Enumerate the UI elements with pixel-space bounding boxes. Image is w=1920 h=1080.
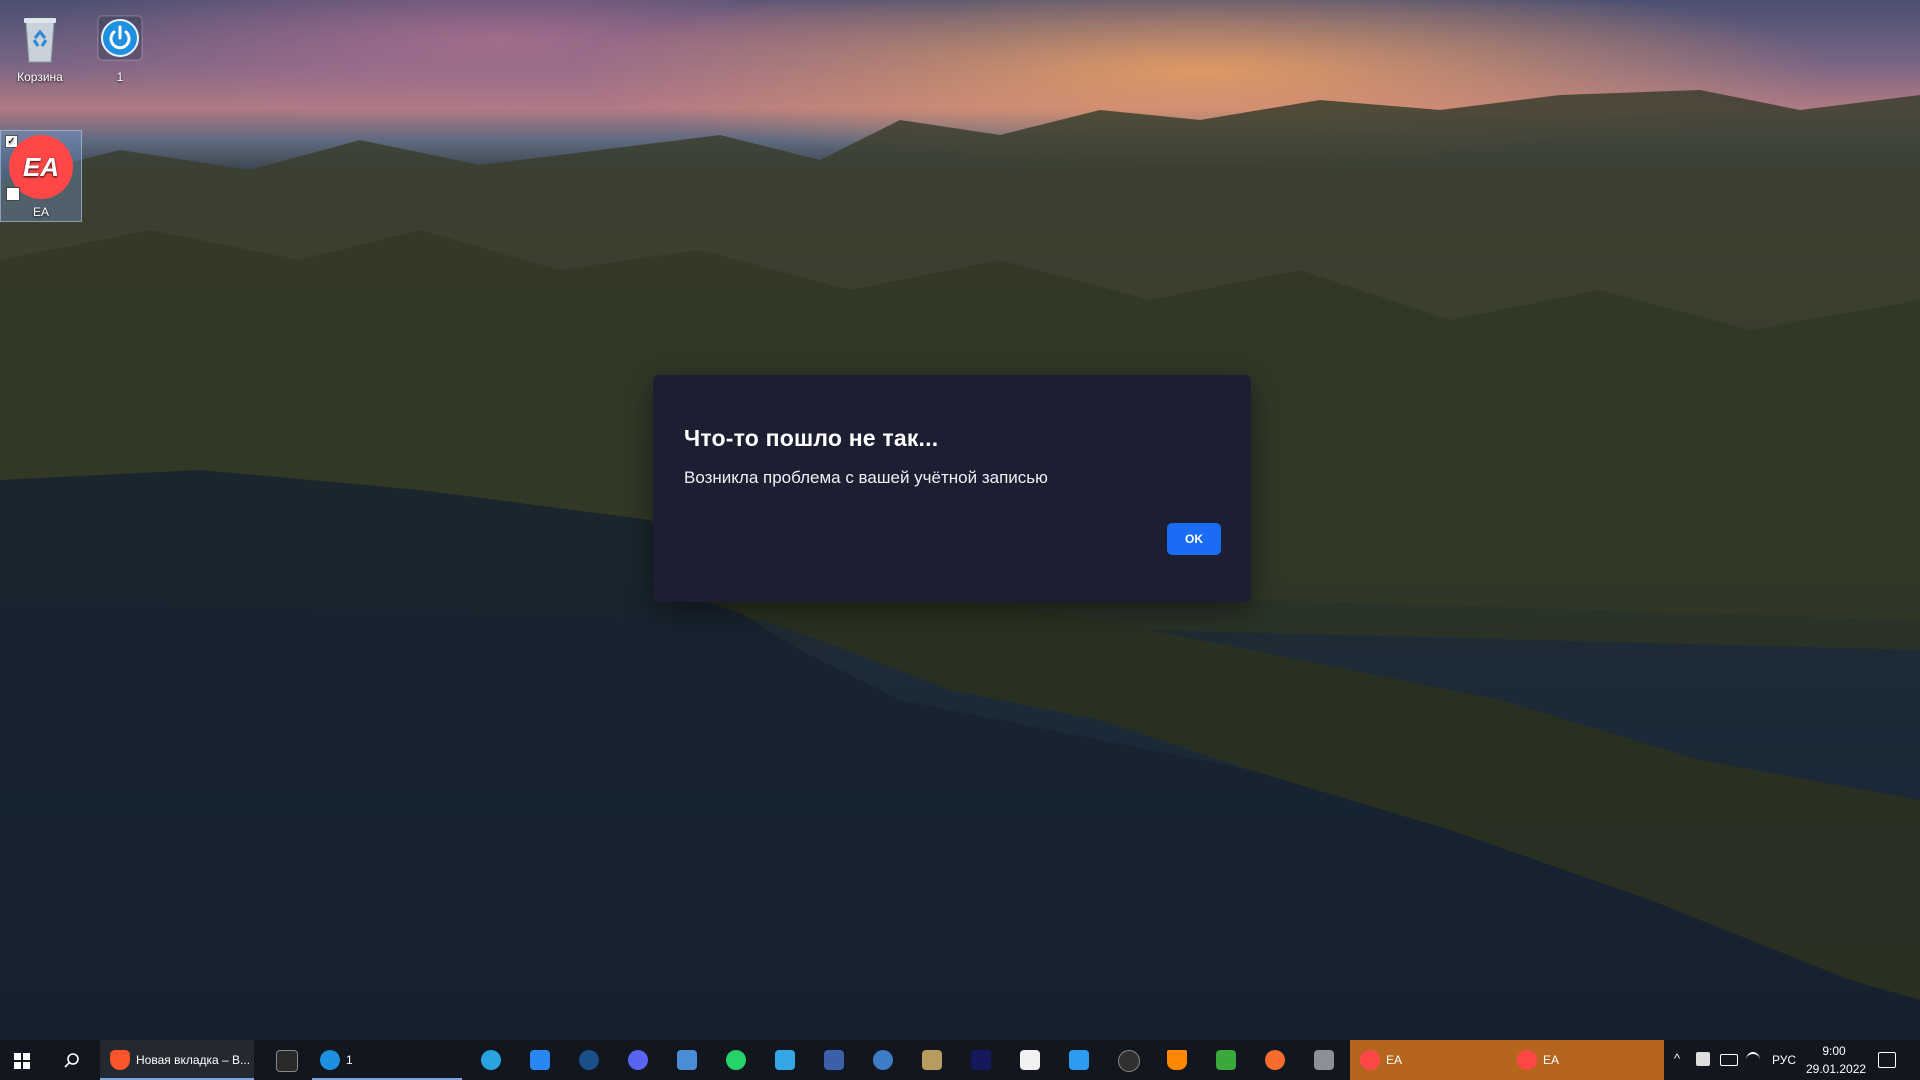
tray-overflow-chevron-icon[interactable]: ^: [1674, 1051, 1680, 1066]
desktop-icon-recycle-bin[interactable]: Корзина: [0, 4, 80, 84]
whatsapp-icon[interactable]: [726, 1050, 746, 1070]
dialog-message: Возникла проблема с вашей учётной запись…: [684, 468, 1048, 487]
upload-icon[interactable]: [1069, 1050, 1089, 1070]
clock-date[interactable]: 29.01.2022: [1806, 1062, 1866, 1076]
ea-icon: [1517, 1050, 1537, 1070]
wifi-icon[interactable]: [1746, 1052, 1760, 1068]
qbittorrent-icon[interactable]: [873, 1050, 893, 1070]
taskbar-ea-window-2[interactable]: EA: [1507, 1040, 1664, 1080]
telegram-icon[interactable]: [481, 1050, 501, 1070]
steam-icon[interactable]: [579, 1050, 599, 1070]
svg-text:EA: EA: [23, 152, 59, 182]
dialog-title: Что-то пошло не так...: [684, 425, 939, 451]
ok-button[interactable]: OK: [1167, 523, 1221, 555]
battery-icon[interactable]: [1720, 1054, 1738, 1066]
power-app-icon: [92, 10, 148, 66]
bag-icon[interactable]: [775, 1050, 795, 1070]
taskbar-ea-window-1[interactable]: EA: [1350, 1040, 1507, 1080]
ea-icon: [1360, 1050, 1380, 1070]
desktop-icon-label: 1: [116, 70, 124, 84]
monitor-icon[interactable]: [824, 1050, 844, 1070]
brave-browser-icon: [110, 1050, 130, 1070]
search-icon: [64, 1053, 79, 1068]
vk-icon[interactable]: [530, 1050, 550, 1070]
desktop-icon-label: Корзина: [17, 70, 63, 84]
language-indicator[interactable]: РУС: [1772, 1053, 1796, 1067]
store-icon[interactable]: [1020, 1050, 1040, 1070]
discord-icon[interactable]: [628, 1050, 648, 1070]
desktop-icon-1[interactable]: 1: [80, 4, 160, 84]
taskbar-ea-label: EA: [1543, 1053, 1560, 1067]
start-button[interactable]: [0, 1040, 46, 1080]
app-icon[interactable]: [922, 1050, 942, 1070]
taskbar-app-1-label: 1: [346, 1053, 353, 1067]
notifications-icon[interactable]: [1878, 1052, 1896, 1068]
ea-icon: EA: [9, 134, 73, 199]
taskbar-app-1[interactable]: 1: [312, 1040, 462, 1080]
app-icon[interactable]: [677, 1050, 697, 1070]
power-app-icon: [320, 1050, 340, 1070]
origin-icon[interactable]: [1265, 1050, 1285, 1070]
epic-games-icon: [276, 1050, 298, 1072]
taskbar: Новая вкладка – B... 1 EA EA ^ РУС 9:00 …: [0, 1040, 1920, 1080]
taskbar-browser-window[interactable]: Новая вкладка – B...: [100, 1040, 254, 1080]
taskbar-ea-label: EA: [1386, 1053, 1403, 1067]
desktop-icon-label: EA: [32, 205, 49, 219]
volume-icon[interactable]: [1696, 1052, 1710, 1066]
recycle-bin-icon: [12, 10, 68, 66]
obs-icon[interactable]: [1118, 1050, 1140, 1072]
shortcut-arrow-icon: [6, 187, 20, 201]
vlc-icon[interactable]: [1167, 1050, 1187, 1070]
error-dialog: Что-то пошло не так... Возникла проблема…: [653, 375, 1251, 602]
clock-time[interactable]: 9:00: [1806, 1044, 1862, 1058]
taskbar-epic-games[interactable]: [266, 1040, 306, 1080]
desktop-icon-ea[interactable]: ✓ EA EA: [0, 130, 82, 222]
si-game-icon[interactable]: [971, 1050, 991, 1070]
taskbar-browser-label: Новая вкладка – B...: [136, 1053, 251, 1067]
game-icon[interactable]: [1216, 1050, 1236, 1070]
windows-logo-icon: [14, 1053, 30, 1069]
taskbar-ea-group: EA EA: [1350, 1040, 1664, 1080]
calculator-icon[interactable]: [1314, 1050, 1334, 1070]
search-button[interactable]: [48, 1040, 94, 1080]
desktop-wallpaper: Корзина 1 ✓ EA EA Что-то пошло не так...…: [0, 0, 1920, 1080]
